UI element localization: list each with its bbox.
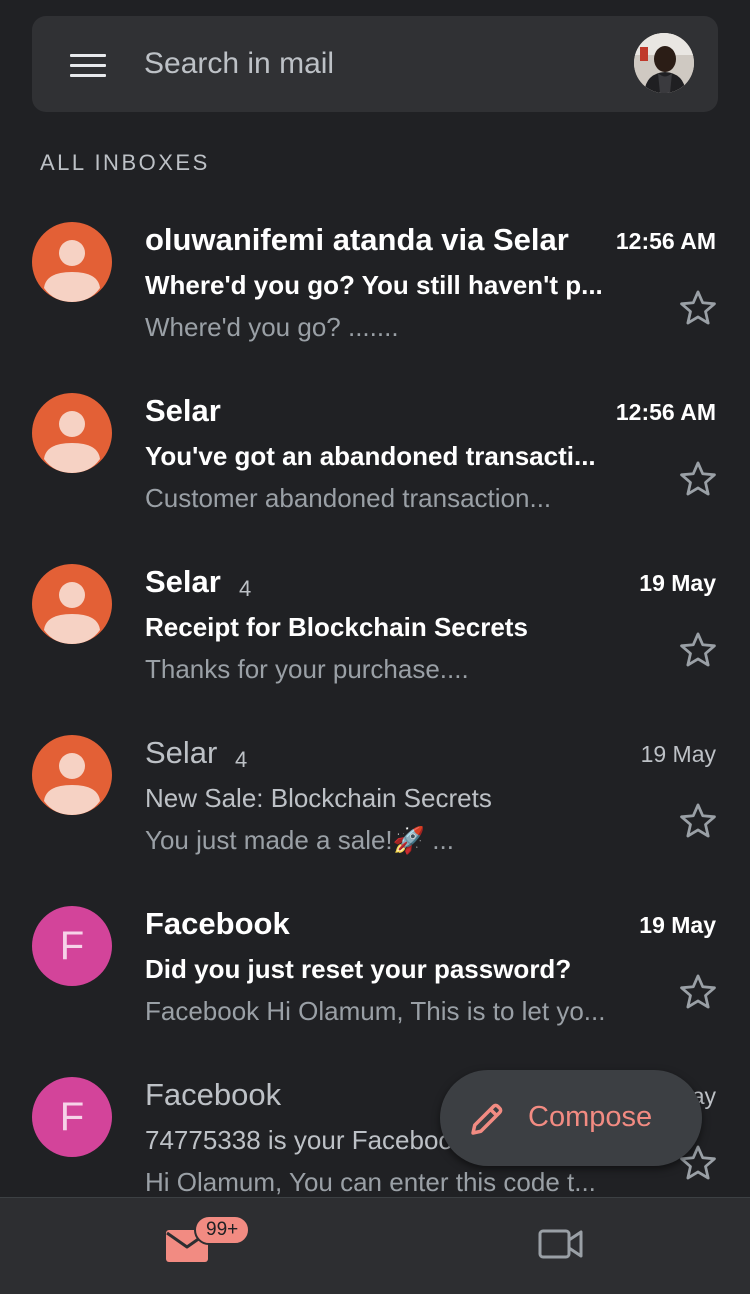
email-row[interactable]: Selar 4 19 May New Sale: Blockchain Secr… (0, 713, 750, 884)
email-sender: Selar (145, 564, 221, 599)
sender-avatar (32, 393, 112, 473)
email-sender: Facebook (145, 906, 290, 941)
thread-count: 4 (239, 576, 252, 601)
email-sender: Selar (145, 393, 221, 428)
person-icon (44, 753, 100, 815)
email-row[interactable]: oluwanifemi atanda via Selar 12:56 AM Wh… (0, 200, 750, 371)
email-sender: Facebook (145, 1077, 282, 1112)
email-time: 19 May (639, 912, 716, 938)
search-bar[interactable] (32, 16, 718, 112)
account-avatar[interactable] (634, 33, 694, 93)
email-sender: oluwanifemi atanda via Selar (145, 222, 569, 257)
sender-avatar (32, 564, 112, 644)
compose-label: Compose (528, 1101, 653, 1133)
bottom-navigation: 99+ (0, 1197, 750, 1294)
sender-avatar: F (32, 906, 112, 986)
search-input[interactable] (144, 44, 584, 84)
video-camera-icon[interactable] (538, 1228, 584, 1260)
mail-count-badge: 99+ (194, 1215, 251, 1245)
person-icon (44, 240, 100, 302)
star-icon[interactable] (677, 800, 719, 842)
star-icon[interactable] (677, 458, 719, 500)
sender-avatar: F (32, 1077, 112, 1157)
pencil-icon (471, 1103, 503, 1135)
email-sender: Selar (145, 735, 218, 770)
email-snippet: Where'd you go? ....... (145, 312, 399, 342)
compose-button[interactable]: Compose (440, 1070, 702, 1166)
email-subject: You've got an abandoned transacti... (145, 441, 596, 471)
section-label: ALL INBOXES (40, 150, 210, 175)
sender-avatar (32, 735, 112, 815)
hamburger-menu-icon[interactable] (70, 54, 106, 78)
email-row[interactable]: Selar 4 19 May Receipt for Blockchain Se… (0, 542, 750, 713)
email-row[interactable]: Selar 12:56 AM You've got an abandoned t… (0, 371, 750, 542)
email-snippet: Hi Olamum, You can enter this code t... (145, 1167, 596, 1197)
email-row[interactable]: F Facebook 19 May Did you just reset you… (0, 884, 750, 1055)
email-snippet: Customer abandoned transaction... (145, 483, 552, 513)
star-icon[interactable] (677, 971, 719, 1013)
email-time: 12:56 AM (615, 228, 716, 254)
email-subject: Did you just reset your password? (145, 954, 572, 984)
email-subject: New Sale: Blockchain Secrets (145, 783, 492, 813)
email-time: 19 May (640, 741, 716, 767)
email-time: 19 May (639, 570, 716, 596)
star-icon[interactable] (677, 629, 719, 671)
thread-count: 4 (235, 747, 248, 772)
person-icon (44, 411, 100, 473)
star-icon[interactable] (677, 287, 719, 329)
email-snippet: Thanks for your purchase.... (145, 654, 469, 684)
email-time: 12:56 AM (615, 399, 716, 425)
person-icon (44, 582, 100, 644)
email-snippet: You just made a sale!🚀 ... (145, 825, 454, 855)
sender-avatar (32, 222, 112, 302)
gmail-inbox-screen: ALL INBOXES oluwanifemi atanda via Selar… (0, 0, 750, 1294)
email-subject: Where'd you go? You still haven't p... (145, 270, 603, 300)
email-subject: Receipt for Blockchain Secrets (145, 612, 528, 642)
email-snippet: Facebook Hi Olamum, This is to let yo... (145, 996, 606, 1026)
